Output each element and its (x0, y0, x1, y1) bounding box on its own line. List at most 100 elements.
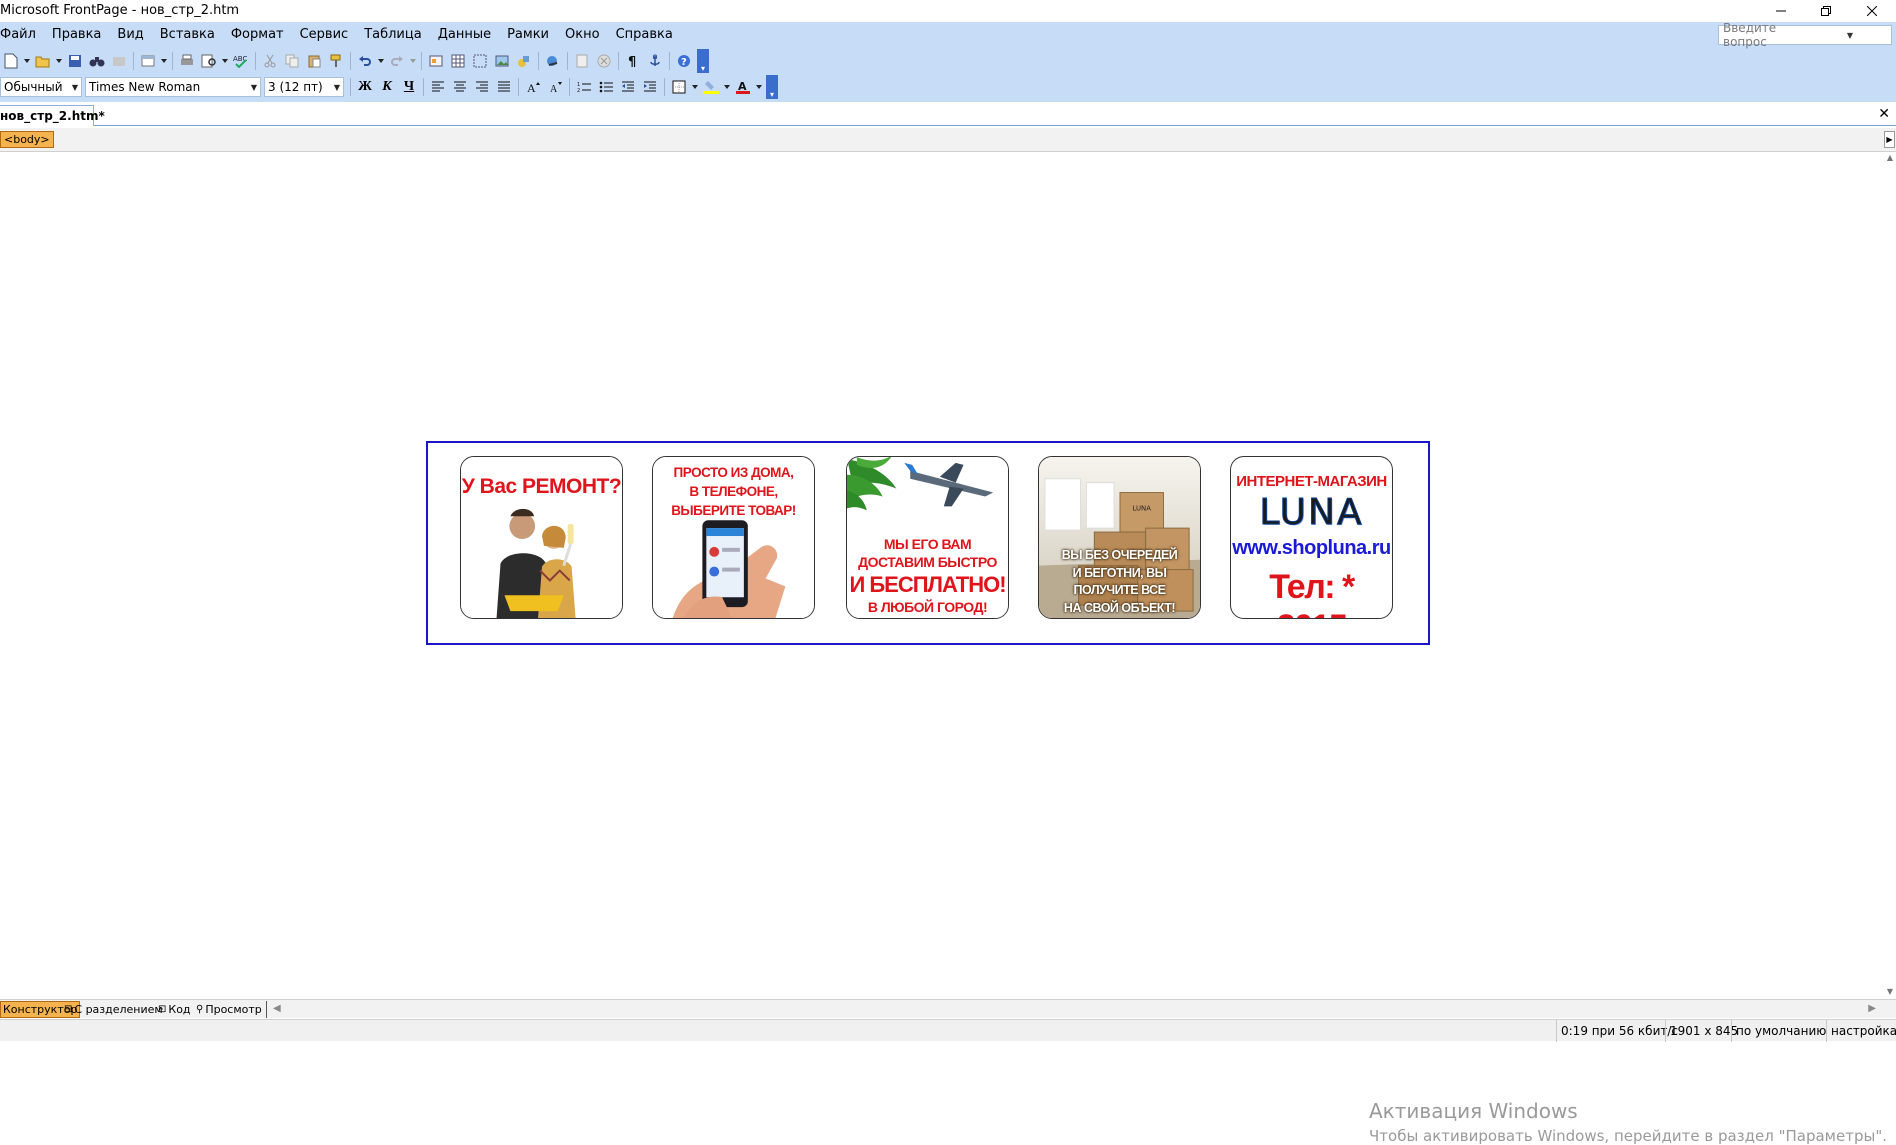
font-size-select[interactable]: 3 (12 пт) ▼ (264, 77, 344, 97)
cut-button[interactable] (259, 50, 281, 72)
shop-url[interactable]: www.shopluna.ru (1231, 537, 1392, 560)
editor-canvas[interactable]: У Вас РЕМОНТ? ПРОСТО ИЗ ДОМА, В ТЕЛЕФОНЕ… (0, 153, 1887, 1145)
toolbar-options-button[interactable]: ▾ (697, 49, 709, 73)
horizontal-scrollbar[interactable]: ◀ ▶ (266, 1001, 1882, 1018)
hyperlink-button[interactable] (542, 50, 564, 72)
decrease-indent-button[interactable] (617, 76, 639, 98)
tab-code[interactable]: ⊡ Код (158, 1001, 191, 1018)
font-color-dropdown[interactable] (754, 76, 764, 98)
toggle-pane-button[interactable] (137, 50, 159, 72)
borders-dropdown[interactable] (690, 76, 700, 98)
scroll-right-icon[interactable]: ▶ (1868, 1003, 1876, 1014)
show-all-button[interactable]: ¶ (622, 50, 644, 72)
refresh-button[interactable] (571, 50, 593, 72)
banner-card-boxes[interactable]: LUNA ВЫ БЕЗ ОЧЕРЕДЕЙ И БЕГОТНИ, ВЫ ПОЛУЧ… (1038, 456, 1201, 619)
paste-button[interactable] (303, 50, 325, 72)
status-page-size[interactable]: 1901 x 845 (1665, 1020, 1738, 1042)
banner-card-shop[interactable]: ИНТЕРНЕТ-МАГАЗИН LUNA www.shopluna.ru Те… (1230, 456, 1393, 619)
menu-file[interactable]: Файл (0, 24, 44, 46)
menu-format[interactable]: Формат (223, 24, 292, 46)
numbering-button[interactable]: 12 (573, 76, 595, 98)
vertical-scrollbar[interactable]: ▲ ▼ (1884, 153, 1896, 999)
preview-button[interactable] (198, 50, 220, 72)
italic-button[interactable]: К (376, 76, 398, 98)
menu-insert[interactable]: Вставка (152, 24, 223, 46)
banner-card-remont[interactable]: У Вас РЕМОНТ? (460, 456, 623, 619)
ask-question-box[interactable]: Введите вопрос ▼ (1718, 21, 1892, 49)
menu-edit[interactable]: Правка (44, 24, 109, 46)
menu-data[interactable]: Данные (430, 24, 499, 46)
menu-help[interactable]: Справка (608, 24, 681, 46)
highlight-button[interactable] (700, 76, 722, 98)
drawing-button[interactable] (513, 50, 535, 72)
increase-font-button[interactable]: A (522, 76, 544, 98)
formatting-toolbar: Обычный ▼ Times New Roman ▼ 3 (12 пт) ▼ … (0, 74, 786, 100)
bold-button[interactable]: Ж (354, 76, 376, 98)
bullets-button[interactable] (595, 76, 617, 98)
save-button[interactable] (64, 50, 86, 72)
new-page-button[interactable] (0, 50, 22, 72)
redo-button[interactable] (386, 50, 408, 72)
toolbar-options-button[interactable]: ▾ (766, 75, 778, 99)
banner-table[interactable]: У Вас РЕМОНТ? ПРОСТО ИЗ ДОМА, В ТЕЛЕФОНЕ… (426, 441, 1430, 645)
scroll-left-icon[interactable]: ◀ (273, 1003, 281, 1014)
document-tab[interactable]: нов_стр_2.htm* (0, 105, 105, 126)
restore-button[interactable] (1803, 0, 1849, 22)
menu-frames[interactable]: Рамки (499, 24, 557, 46)
close-window-button[interactable] (1849, 0, 1895, 22)
borders-button[interactable] (668, 76, 690, 98)
banner-card-phone[interactable]: ПРОСТО ИЗ ДОМА, В ТЕЛЕФОНЕ, ВЫБЕРИТЕ ТОВ… (652, 456, 815, 619)
align-right-button[interactable] (471, 76, 493, 98)
search-button[interactable] (86, 50, 108, 72)
undo-button[interactable] (354, 50, 376, 72)
highlight-dropdown[interactable] (722, 76, 732, 98)
underline-button[interactable]: Ч (398, 76, 420, 98)
bookmark-button[interactable] (644, 50, 666, 72)
align-left-button[interactable] (427, 76, 449, 98)
insert-layer-button[interactable] (469, 50, 491, 72)
menu-tools[interactable]: Сервис (292, 24, 357, 46)
undo-dropdown[interactable] (376, 50, 386, 72)
font-select[interactable]: Times New Roman ▼ (85, 77, 261, 97)
banner-card-delivery[interactable]: МЫ ЕГО ВАМ ДОСТАВИМ БЫСТРО И БЕСПЛАТНО! … (846, 456, 1009, 619)
scroll-up-icon[interactable]: ▲ (1884, 153, 1896, 165)
chevron-down-icon[interactable]: ▼ (1805, 26, 1891, 44)
scroll-down-icon[interactable]: ▼ (1884, 987, 1896, 999)
redo-dropdown[interactable] (408, 50, 418, 72)
tab-preview[interactable]: ⚲ Просмотр (196, 1001, 262, 1018)
format-painter-button[interactable] (325, 50, 347, 72)
new-dropdown[interactable] (22, 50, 32, 72)
minimize-button[interactable] (1758, 0, 1804, 22)
preview-dropdown[interactable] (220, 50, 230, 72)
stop-button[interactable] (593, 50, 615, 72)
insert-table-button[interactable] (447, 50, 469, 72)
toolbar-separator (350, 52, 351, 70)
close-document-icon[interactable]: ✕ (1878, 106, 1890, 122)
insert-web-component-button[interactable] (425, 50, 447, 72)
tab-split[interactable]: ⊟ С разделением (64, 1001, 163, 1018)
highlighter-icon (703, 81, 719, 94)
menu-table[interactable]: Таблица (356, 24, 430, 46)
help-button[interactable]: ? (673, 50, 695, 72)
pane-dropdown[interactable] (159, 50, 169, 72)
open-dropdown[interactable] (54, 50, 64, 72)
style-select[interactable]: Обычный ▼ (0, 77, 82, 97)
decrease-font-button[interactable]: A (544, 76, 566, 98)
publish-button[interactable] (108, 50, 130, 72)
copy-button[interactable] (281, 50, 303, 72)
font-color-button[interactable]: A (732, 76, 754, 98)
open-button[interactable] (32, 50, 54, 72)
status-mode[interactable]: по умолчанию (1731, 1020, 1826, 1042)
spelling-button[interactable]: ABC (230, 50, 252, 72)
insert-picture-button[interactable] (491, 50, 513, 72)
menu-view[interactable]: Вид (109, 24, 151, 46)
justify-button[interactable] (493, 76, 515, 98)
align-center-button[interactable] (449, 76, 471, 98)
quick-tag-body[interactable]: <body> (0, 131, 54, 148)
increase-indent-button[interactable] (639, 76, 661, 98)
menu-window[interactable]: Окно (557, 24, 608, 46)
quick-tag-scroll-right[interactable]: ▶ (1884, 131, 1895, 148)
status-custom[interactable]: настройка (1826, 1020, 1896, 1042)
print-button[interactable] (176, 50, 198, 72)
preview-icon (201, 54, 216, 68)
